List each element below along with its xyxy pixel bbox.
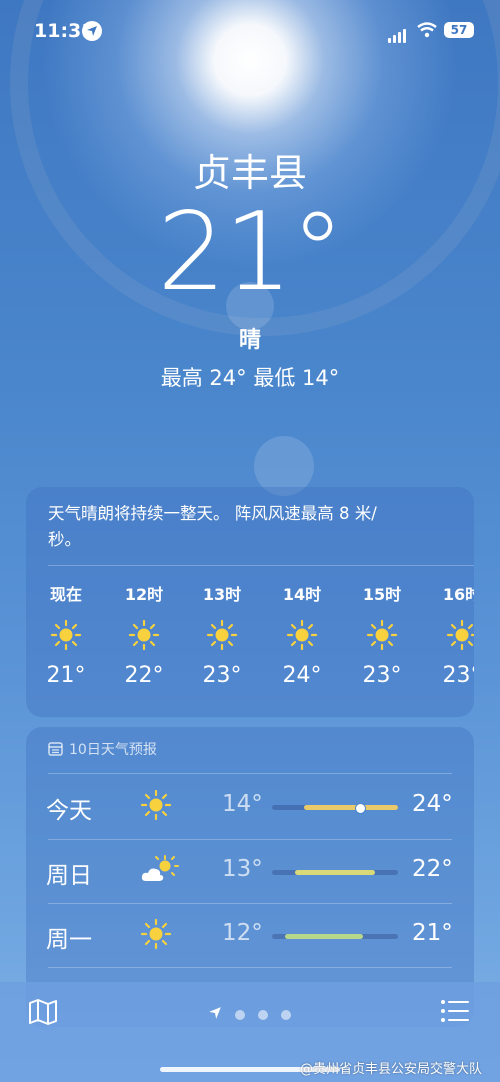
page-dot[interactable] — [258, 1009, 269, 1020]
hour-temp: 23° — [442, 663, 475, 688]
divider — [48, 773, 452, 774]
hour-item: 16时 23° — [432, 581, 474, 688]
hour-temp: 23° — [202, 663, 242, 688]
ten-day-header: 10日天气预报 — [48, 739, 157, 760]
low-temp: 13° — [222, 856, 263, 882]
hour-item: 现在 21° — [36, 581, 96, 688]
low-temp: 14° — [222, 791, 263, 817]
day-label: 周一 — [46, 927, 92, 953]
status-bar: 11:31 57 — [0, 18, 500, 48]
sun-icon — [114, 619, 174, 651]
hour-temp: 21° — [46, 663, 86, 688]
sun-icon — [140, 918, 172, 954]
divider — [48, 565, 474, 566]
temp-range-bar — [272, 870, 398, 875]
temp-range-fill — [294, 870, 376, 875]
watermark: @贵州省贞丰县公安局交警大队 — [300, 1062, 483, 1077]
hour-item: 12时 22° — [114, 581, 174, 688]
hour-item: 14时 24° — [272, 581, 332, 688]
hour-label: 16时 — [442, 585, 474, 604]
hour-item: 15时 23° — [352, 581, 412, 688]
page-indicator[interactable] — [208, 1004, 292, 1024]
page-dot[interactable] — [281, 1009, 292, 1020]
partly-cloudy-icon — [140, 854, 180, 890]
day-label: 周日 — [46, 863, 92, 889]
hour-temp: 22° — [124, 663, 164, 688]
high-low-temperature: 最高 24° 最低 14° — [160, 366, 340, 390]
daily-row[interactable]: 周一 12° 21° — [26, 904, 474, 968]
temp-range-bar — [272, 934, 398, 939]
sun-icon — [36, 619, 96, 651]
hour-label: 13时 — [202, 585, 242, 604]
ten-day-title: 10日天气预报 — [69, 742, 157, 758]
sun-icon — [432, 619, 474, 651]
hour-label: 14时 — [282, 585, 322, 604]
sun-icon — [352, 619, 412, 651]
forecast-summary: 天气晴朗将持续一整天。 阵风风速最高 8 米/秒。 — [48, 504, 377, 549]
hour-label: 12时 — [124, 585, 164, 604]
hour-temp: 24° — [282, 663, 322, 688]
sun-icon — [140, 789, 172, 825]
high-temp: 21° — [412, 920, 453, 946]
calendar-icon — [48, 741, 63, 760]
wifi-icon — [417, 22, 437, 42]
current-temp-marker — [355, 803, 367, 814]
hourly-forecast-card[interactable]: 天气晴朗将持续一整天。 阵风风速最高 8 米/秒。 现在 21° 12时 22°… — [26, 487, 474, 717]
hour-label: 15时 — [362, 585, 402, 604]
location-arrow-icon — [82, 21, 102, 41]
map-icon[interactable] — [28, 998, 58, 1030]
location-arrow-icon — [208, 1005, 222, 1024]
high-temp: 22° — [412, 856, 453, 882]
temp-range-fill — [284, 934, 363, 939]
sun-icon — [272, 619, 332, 651]
temp-range-bar — [272, 803, 398, 814]
sun-icon — [192, 619, 252, 651]
current-temperature: 21° — [157, 190, 344, 315]
hour-item: 13时 23° — [192, 581, 252, 688]
temp-range-fill — [303, 805, 398, 810]
hour-label: 现在 — [49, 585, 82, 604]
daily-row[interactable]: 周日 13° 22° — [26, 840, 474, 904]
hour-temp: 23° — [362, 663, 402, 688]
day-label: 今天 — [46, 798, 92, 824]
high-temp: 24° — [412, 791, 453, 817]
page-dot[interactable] — [235, 1009, 246, 1020]
daily-row[interactable]: 今天 14° 24° — [26, 775, 474, 839]
weather-condition: 晴 — [238, 328, 261, 353]
battery-indicator: 57 — [444, 22, 474, 38]
low-temp: 12° — [222, 920, 263, 946]
list-icon[interactable] — [440, 998, 470, 1028]
city-name: 贞丰县 — [192, 151, 307, 195]
cellular-signal-icon — [388, 24, 408, 43]
divider — [48, 967, 452, 968]
